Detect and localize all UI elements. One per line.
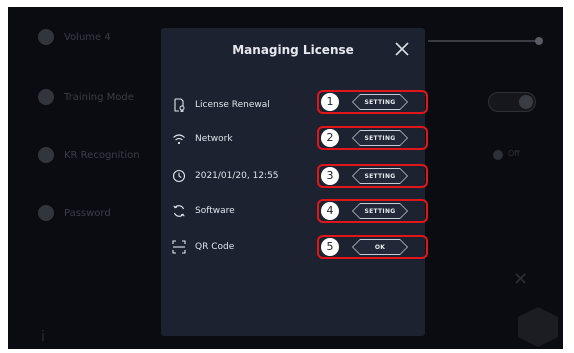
device-screen: Volume 4 Training Mode KR Recognition Of… [8,7,563,349]
highlight-box: 1 SETTING [317,90,428,114]
bg-info-icon: i [41,329,45,345]
qr-code-ok-button[interactable]: OK [352,239,408,255]
software-setting-button[interactable]: SETTING [352,203,408,219]
highlight-box: 5 OK [317,235,428,259]
highlight-box: 2 SETTING [317,126,428,150]
dialog-title: Managing License [232,43,354,57]
close-button[interactable] [393,40,411,58]
bg-setting-row: Volume 4 [38,29,111,45]
bg-setting-label: Password [64,207,111,219]
clock-icon [171,168,187,184]
button-label: SETTING [353,131,407,145]
button-label: SETTING [353,169,407,183]
bg-setting-row: KR Recognition [38,147,140,163]
license-icon [171,97,187,113]
highlight-box: 4 SETTING [317,199,428,223]
button-label: SETTING [353,95,407,109]
button-label: OK [353,240,407,254]
recognition-icon [38,147,54,163]
bg-close-icon: ✕ [513,269,529,290]
qr-code-label: QR Code [195,242,235,252]
bg-volume-slider [428,37,543,45]
step-number: 3 [321,167,339,185]
bg-radio-label: Off [508,149,520,158]
bg-setting-row: Password [38,205,111,221]
highlight-box: 3 SETTING [317,164,428,188]
managing-license-dialog: Managing License License Renewal 1 SETTI… [161,28,428,336]
license-renewal-row: License Renewal [171,94,270,116]
bg-setting-label: KR Recognition [64,149,140,161]
bg-setting-row: Training Mode [38,89,134,105]
bg-setting-label: Volume 4 [64,31,111,43]
step-number: 2 [321,129,339,147]
training-icon [38,89,54,105]
software-row: Software [171,200,235,222]
bg-hexagon-icon [518,307,558,347]
close-icon [395,42,409,56]
step-number: 5 [321,238,339,256]
bg-setting-label: Training Mode [64,91,134,103]
qr-code-row: QR Code [171,236,234,258]
license-renewal-label: License Renewal [195,100,270,110]
network-label: Network [195,134,233,144]
password-icon [38,205,54,221]
bg-radio [493,150,503,160]
software-label: Software [195,206,235,216]
datetime-setting-button[interactable]: SETTING [352,168,408,184]
datetime-row: 2021/01/20, 12:55 [171,165,279,187]
step-number: 4 [321,202,339,220]
bg-toggle [488,92,536,112]
wifi-icon [171,131,187,147]
qr-scan-icon [171,239,187,255]
volume-icon [38,29,54,45]
refresh-icon [171,203,187,219]
button-label: SETTING [353,204,407,218]
datetime-label: 2021/01/20, 12:55 [195,171,279,181]
step-number: 1 [321,93,339,111]
network-setting-button[interactable]: SETTING [352,130,408,146]
license-renewal-setting-button[interactable]: SETTING [352,94,408,110]
network-row: Network [171,128,233,150]
